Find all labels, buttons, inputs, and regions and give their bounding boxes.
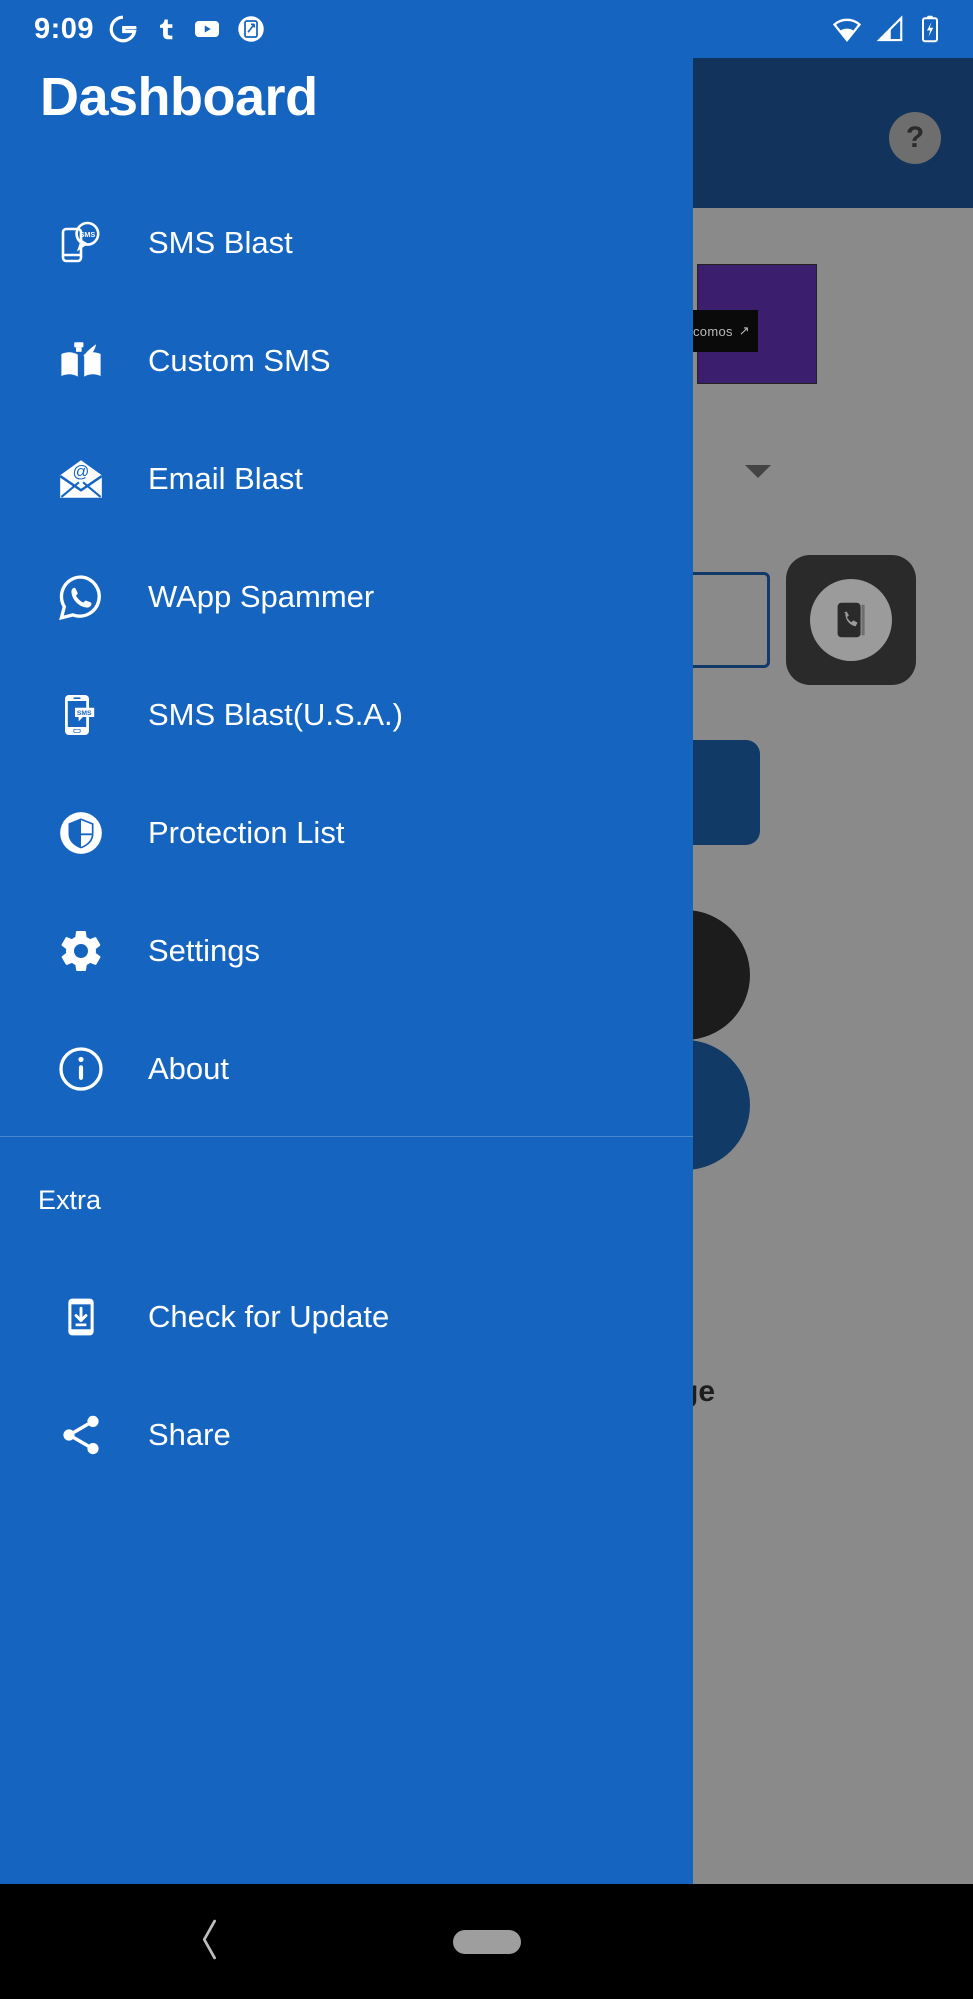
- status-bar-clock: 9:09: [34, 12, 95, 45]
- contacts-icon: [810, 579, 892, 661]
- gear-icon: [52, 927, 110, 975]
- wifi-icon: [831, 13, 863, 45]
- sidebar-item-settings[interactable]: Settings: [0, 892, 693, 1010]
- svg-text:SMS: SMS: [80, 230, 96, 239]
- home-pill-icon[interactable]: [452, 1929, 521, 1954]
- cellular-signal-icon: [875, 14, 905, 44]
- share-icon: [52, 1411, 110, 1459]
- svg-text:@: @: [73, 462, 90, 481]
- system-nav-bar: [0, 1884, 973, 1999]
- battery-charging-icon: [917, 14, 943, 44]
- navigation-drawer: Dashboard SMS SMS Blast Custom SMS @ Ema…: [0, 0, 693, 1884]
- sidebar-item-label: Settings: [148, 933, 261, 968]
- back-chevron-icon[interactable]: [195, 1916, 225, 1967]
- email-envelope-icon: @: [52, 454, 110, 504]
- whatsapp-icon: [52, 572, 110, 622]
- external-link-icon: ↗: [738, 323, 750, 338]
- sidebar-item-check-for-update[interactable]: Check for Update: [0, 1258, 693, 1376]
- sidebar-item-label: Check for Update: [148, 1299, 390, 1334]
- sidebar-item-custom-sms[interactable]: Custom SMS: [0, 302, 693, 420]
- shield-icon: [52, 808, 110, 858]
- sidebar-item-about[interactable]: About: [0, 1010, 693, 1128]
- dropdown-caret-icon[interactable]: [745, 465, 771, 478]
- sms-blast-icon: SMS: [52, 219, 110, 267]
- status-bar: 9:09: [0, 0, 973, 58]
- book-quill-icon: [52, 337, 110, 385]
- phone-screen: ? pocomos ↗ Y ge Dashboard: [0, 0, 973, 1999]
- sidebar-item-label: Share: [148, 1417, 231, 1452]
- tumblr-icon: [152, 16, 178, 42]
- phone-download-icon: [52, 1294, 110, 1340]
- contacts-picker-button[interactable]: [786, 555, 916, 685]
- sidebar-item-label: WApp Spammer: [148, 579, 375, 614]
- drawer-extra-menu: Check for Update Share: [0, 1258, 693, 1494]
- sidebar-item-label: SMS Blast: [148, 225, 293, 260]
- help-icon[interactable]: ?: [889, 112, 941, 164]
- info-icon: [52, 1044, 110, 1094]
- sidebar-item-label: SMS Blast(U.S.A.): [148, 697, 403, 732]
- sidebar-item-label: Email Blast: [148, 461, 304, 496]
- svg-text:SMS: SMS: [77, 710, 92, 717]
- sidebar-item-label: About: [148, 1051, 230, 1086]
- status-bar-right: [831, 13, 973, 45]
- sidebar-item-label: Protection List: [148, 815, 345, 850]
- screenshot-icon: [236, 14, 266, 44]
- sidebar-item-sms-blast-usa[interactable]: SMS SMS Blast(U.S.A.): [0, 656, 693, 774]
- section-header-extra: Extra: [38, 1185, 102, 1215]
- sidebar-item-label: Custom SMS: [148, 343, 331, 378]
- youtube-icon: [192, 14, 222, 44]
- status-bar-left: 9:09: [0, 13, 266, 46]
- google-icon: [108, 14, 138, 44]
- drawer-menu: SMS SMS Blast Custom SMS @ Email Blast W…: [0, 184, 693, 1128]
- phone-sms-icon: SMS: [52, 691, 110, 739]
- sidebar-item-email-blast[interactable]: @ Email Blast: [0, 420, 693, 538]
- sidebar-item-sms-blast[interactable]: SMS SMS Blast: [0, 184, 693, 302]
- sidebar-item-protection-list[interactable]: Protection List: [0, 774, 693, 892]
- sidebar-item-wapp-spammer[interactable]: WApp Spammer: [0, 538, 693, 656]
- sidebar-item-share[interactable]: Share: [0, 1376, 693, 1494]
